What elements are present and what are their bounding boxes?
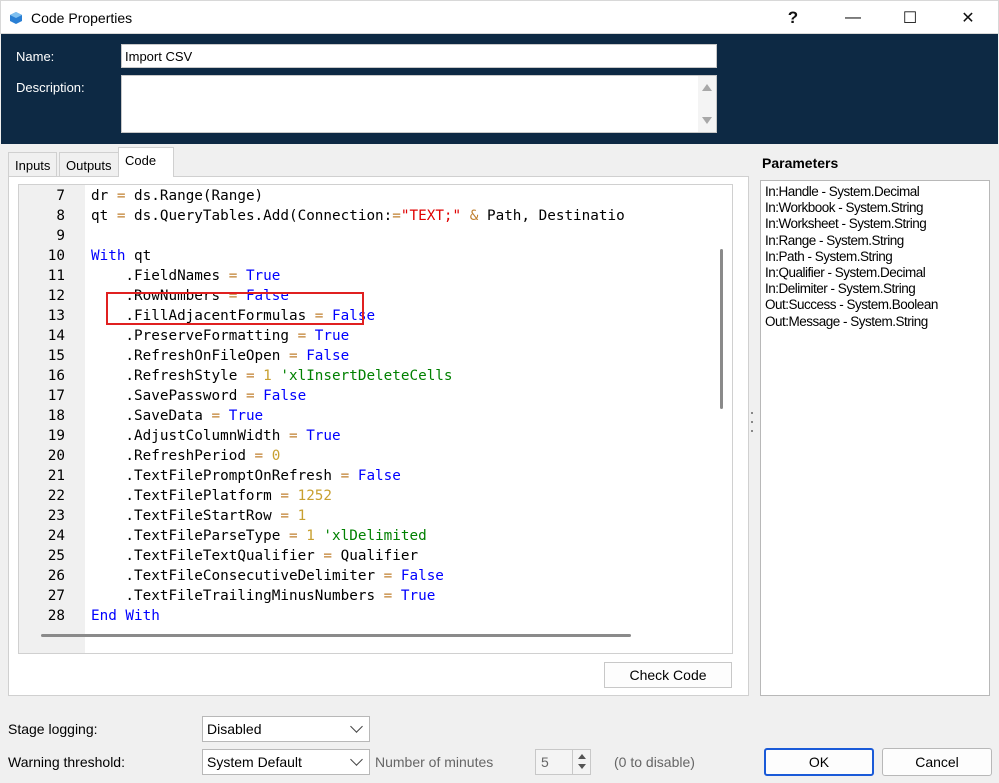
- code-text: .TextFileStartRow = 1: [91, 508, 307, 524]
- code-text: .FieldNames = True: [91, 268, 281, 284]
- line-number: 26: [47, 568, 65, 584]
- line-number: 22: [47, 488, 65, 504]
- warning-threshold-value: System Default: [207, 754, 302, 770]
- parameter-item: In:Qualifier - System.Decimal: [765, 265, 926, 281]
- name-label: Name:: [16, 49, 55, 64]
- tab-outputs[interactable]: Outputs: [59, 152, 119, 176]
- parameter-item: In:Workbook - System.String: [765, 200, 924, 216]
- line-number: 9: [56, 228, 65, 244]
- parameter-item: In:Handle - System.Decimal: [765, 184, 920, 199]
- description-label: Description:: [16, 80, 85, 95]
- code-text: .PreserveFormatting = True: [91, 328, 350, 344]
- line-number: 10: [47, 248, 65, 264]
- scroll-down-arrow-icon[interactable]: [702, 117, 712, 124]
- window-title: Code Properties: [31, 10, 133, 26]
- parameters-list: In:Handle - System.Decimal In:Workbook - …: [760, 180, 990, 696]
- warning-threshold-select[interactable]: System Default: [202, 749, 370, 775]
- code-text: .TextFileTextQualifier = Qualifier: [91, 548, 419, 564]
- tab-code[interactable]: Code: [118, 147, 174, 177]
- parameter-item: In:Delimiter - System.String: [765, 281, 916, 297]
- code-text: .AdjustColumnWidth = True: [91, 428, 341, 444]
- code-text: .TextFileParseType = 1 'xlDelimited: [91, 528, 427, 544]
- parameter-item: In:Worksheet - System.String: [765, 216, 927, 232]
- code-text: .RefreshStyle = 1 'xlInsertDeleteCells: [91, 368, 453, 384]
- stepper-up-icon[interactable]: [578, 754, 586, 759]
- parameter-item: Out:Success - System.Boolean: [765, 297, 938, 313]
- line-number: 8: [56, 208, 65, 224]
- line-number: 20: [47, 448, 65, 464]
- title-bar: Code Properties ? — ☐ ✕: [0, 0, 999, 34]
- line-number: 23: [47, 508, 65, 524]
- description-textarea[interactable]: [121, 75, 717, 133]
- help-button[interactable]: ?: [764, 1, 822, 35]
- panel-splitter-handle[interactable]: [750, 412, 754, 442]
- line-number: 25: [47, 548, 65, 564]
- horizontal-scrollbar-thumb[interactable]: [41, 634, 631, 637]
- close-button[interactable]: ✕: [939, 1, 997, 35]
- chevron-down-icon: [350, 720, 363, 733]
- highlight-annotation-box: [106, 292, 364, 325]
- code-editor[interactable]: 7 dr = ds.Range(Range) 8 qt = ds.QueryTable…: [18, 184, 733, 654]
- line-number: 17: [47, 388, 65, 404]
- parameter-item: Out:Message - System.String: [765, 313, 928, 329]
- number-of-minutes-label: Number of minutes: [375, 754, 494, 770]
- code-text: .TextFilePlatform = 1252: [91, 488, 333, 504]
- parameter-item: In:Path - System.String: [765, 248, 893, 264]
- warning-threshold-label: Warning threshold:: [8, 754, 125, 770]
- line-number: 19: [47, 428, 65, 444]
- disable-hint: (0 to disable): [614, 754, 695, 770]
- line-number: 11: [47, 268, 65, 284]
- code-text: End With: [91, 608, 160, 624]
- horizontal-scrollbar[interactable]: [19, 631, 719, 641]
- vertical-scrollbar-thumb[interactable]: [720, 249, 723, 409]
- line-number: 28: [47, 608, 65, 624]
- code-text: .RefreshOnFileOpen = False: [91, 348, 350, 364]
- description-scrollbar[interactable]: [698, 76, 716, 132]
- code-text: dr = ds.Range(Range): [91, 188, 264, 204]
- ok-button[interactable]: OK: [764, 748, 874, 776]
- code-text: .SavePassword = False: [91, 388, 307, 404]
- stage-logging-label: Stage logging:: [8, 721, 98, 737]
- stepper-down-icon[interactable]: [578, 764, 586, 769]
- code-text: .SaveData = True: [91, 408, 264, 424]
- code-text: .TextFileConsecutiveDelimiter = False: [91, 568, 444, 584]
- stage-logging-value: Disabled: [207, 721, 262, 737]
- tab-inputs[interactable]: Inputs: [8, 152, 58, 176]
- line-number: 16: [47, 368, 65, 384]
- code-text: With qt: [91, 248, 152, 264]
- stage-logging-select[interactable]: Disabled: [202, 716, 370, 742]
- minutes-value: 5: [541, 754, 549, 770]
- properties-header: Name: Description:: [1, 34, 998, 144]
- maximize-button[interactable]: ☐: [881, 1, 939, 35]
- line-number: 18: [47, 408, 65, 424]
- code-text: .TextFilePromptOnRefresh = False: [91, 468, 401, 484]
- code-text: qt = ds.QueryTables.Add(Connection:="TEX…: [91, 208, 625, 224]
- parameter-item: In:Range - System.String: [765, 232, 904, 248]
- parameters-title: Parameters: [762, 155, 839, 171]
- line-number: 21: [47, 468, 65, 484]
- line-number: 7: [56, 188, 65, 204]
- line-number: 27: [47, 588, 65, 604]
- scroll-up-arrow-icon[interactable]: [702, 84, 712, 91]
- minutes-stepper[interactable]: 5: [535, 749, 591, 775]
- line-number: 13: [47, 308, 65, 324]
- minimize-button[interactable]: —: [824, 1, 882, 35]
- line-number: 14: [47, 328, 65, 344]
- app-icon: [10, 12, 22, 24]
- line-number: 15: [47, 348, 65, 364]
- code-text: .RefreshPeriod = 0: [91, 448, 281, 464]
- chevron-down-icon: [350, 753, 363, 766]
- line-number: 24: [47, 528, 65, 544]
- check-code-button[interactable]: Check Code: [604, 662, 732, 688]
- line-number: 12: [47, 288, 65, 304]
- code-text: .TextFileTrailingMinusNumbers = True: [91, 588, 436, 604]
- name-input[interactable]: [121, 44, 717, 68]
- cancel-button[interactable]: Cancel: [882, 748, 992, 776]
- stepper-buttons[interactable]: [572, 750, 590, 774]
